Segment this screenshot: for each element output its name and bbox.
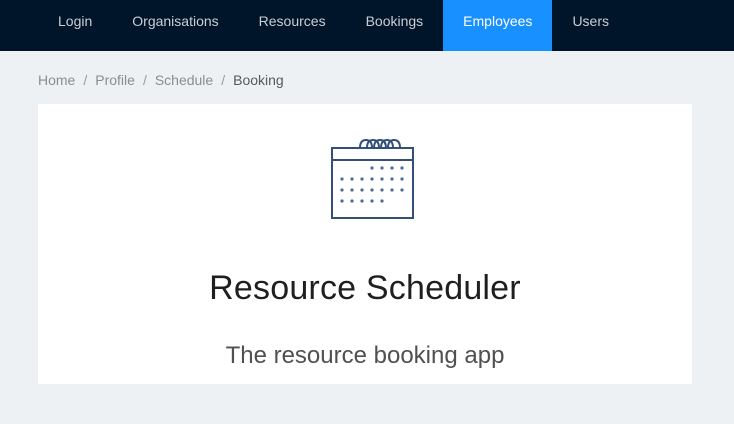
breadcrumb-separator: / (83, 72, 88, 88)
app-title: Resource Scheduler (209, 269, 521, 307)
app-subtitle: The resource booking app (225, 342, 505, 369)
breadcrumb-separator: / (142, 72, 147, 88)
breadcrumb-profile[interactable]: Profile (95, 72, 135, 88)
nav-item-users[interactable]: Users (552, 0, 629, 51)
calendar-icon (331, 138, 414, 219)
breadcrumb-home[interactable]: Home (38, 72, 75, 88)
nav-item-employees[interactable]: Employees (443, 0, 553, 51)
nav-item-organisations[interactable]: Organisations (112, 0, 238, 51)
top-navbar: Login Organisations Resources Bookings E… (0, 0, 734, 51)
hero-card: Resource Scheduler The resource booking … (38, 104, 692, 384)
breadcrumb-separator: / (221, 72, 226, 88)
breadcrumb-booking: Booking (233, 72, 284, 88)
breadcrumb: Home / Profile / Schedule / Booking (38, 70, 284, 90)
nav-item-resources[interactable]: Resources (239, 0, 346, 51)
nav-item-bookings[interactable]: Bookings (346, 0, 444, 51)
nav-item-login[interactable]: Login (38, 0, 112, 51)
breadcrumb-schedule[interactable]: Schedule (155, 72, 213, 88)
